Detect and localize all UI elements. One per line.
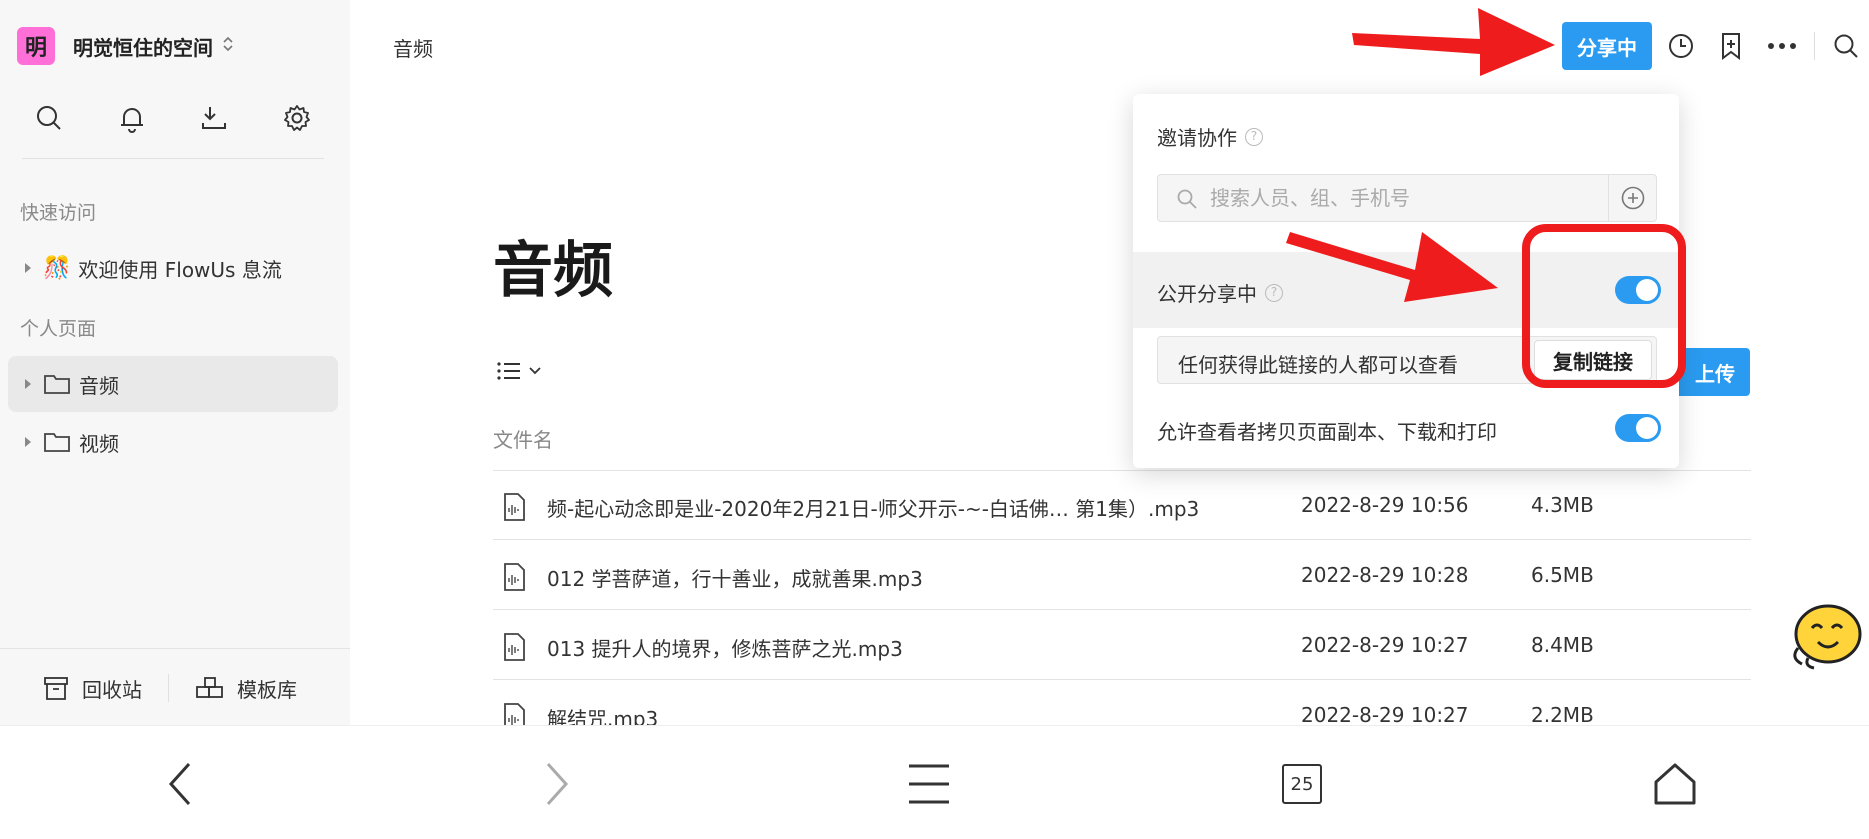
expand-triangle-icon[interactable]: [25, 379, 31, 389]
browser-bottom-nav: 25: [0, 725, 1869, 839]
file-date: 2022-8-29 10:27: [1301, 633, 1469, 657]
audio-file-icon: [504, 493, 525, 521]
menu-button[interactable]: [899, 756, 959, 812]
download-icon[interactable]: [192, 96, 236, 140]
public-share-text: 公开分享中: [1157, 282, 1257, 306]
file-date: 2022-8-29 10:27: [1301, 703, 1469, 727]
allow-copy-download-toggle[interactable]: [1615, 414, 1661, 442]
sidebar-item-audio[interactable]: 音频: [8, 356, 338, 412]
bell-icon[interactable]: [110, 96, 154, 140]
file-date: 2022-8-29 10:56: [1301, 493, 1469, 517]
chevron-down-icon: [529, 367, 541, 375]
sidebar-item-label: 音频: [79, 373, 119, 398]
workspace-name: 明觉恒住的空间: [73, 35, 213, 60]
workspace-switcher[interactable]: 明 明觉恒住的空间: [17, 26, 235, 66]
sidebar-item-video[interactable]: 视频: [8, 414, 338, 470]
trash-label: 回收站: [82, 677, 142, 702]
invite-title-text: 邀请协作: [1157, 126, 1237, 150]
trash-button[interactable]: 回收站: [42, 674, 142, 703]
chevron-right-icon: [546, 762, 569, 806]
plus-circle-icon: [1621, 186, 1644, 210]
sidebar-divider: [22, 158, 324, 159]
invite-search-input[interactable]: [1210, 175, 1590, 221]
file-size: 2.2MB: [1531, 703, 1594, 727]
allow-copy-download-label: 允许查看者拷贝页面副本、下载和打印: [1157, 420, 1497, 444]
tabs-button[interactable]: 25: [1272, 756, 1332, 812]
annotation-highlight-box: [1522, 224, 1686, 388]
tab-count: 25: [1282, 764, 1322, 804]
view-toggle[interactable]: [496, 360, 542, 382]
file-name: 012 学菩萨道，行十善业，成就善果.mp3: [547, 567, 923, 591]
search-icon[interactable]: [27, 96, 71, 140]
expand-triangle-icon[interactable]: [25, 437, 31, 447]
share-button[interactable]: 分享中: [1562, 22, 1652, 70]
trash-icon: [44, 677, 68, 700]
audio-file-icon: [504, 563, 525, 591]
table-row[interactable]: 频-起心动念即是业-2020年2月21日-师父开示-~-白话佛… 第1集）.mp…: [493, 471, 1751, 540]
chevron-left-icon: [168, 762, 191, 806]
footer-separator: [168, 674, 169, 702]
public-share-label: 公开分享中 ?: [1157, 278, 1283, 307]
search-icon: [1177, 189, 1197, 209]
annotation-arrow-share: [1352, 8, 1555, 76]
column-header-filename[interactable]: 文件名: [493, 424, 553, 453]
audio-file-icon: [504, 633, 525, 661]
invite-search-field: [1157, 174, 1657, 222]
home-icon: [1654, 763, 1696, 805]
hamburger-menu-icon: [909, 764, 949, 804]
history-icon[interactable]: [1661, 26, 1701, 66]
templates-icon: [196, 677, 223, 698]
bookmark-add-icon[interactable]: [1711, 26, 1751, 66]
invite-title: 邀请协作 ?: [1157, 122, 1263, 151]
sidebar-item-label: 视频: [79, 431, 119, 456]
file-name: 013 提升人的境界，修炼菩萨之光.mp3: [547, 637, 903, 661]
chevron-updown-icon: [221, 34, 235, 58]
table-row[interactable]: 012 学菩萨道，行十善业，成就善果.mp3 2022-8-29 10:28 6…: [493, 541, 1751, 610]
party-emoji-icon: 🎊: [43, 255, 71, 281]
templates-button[interactable]: 模板库: [195, 674, 297, 703]
file-name: 频-起心动念即是业-2020年2月21日-师父开示-~-白话佛… 第1集）.mp…: [547, 497, 1200, 521]
sidebar-bottom-divider: [0, 648, 350, 649]
sidebar-footer: 回收站 模板库: [0, 664, 350, 712]
mascot-icon[interactable]: [1788, 600, 1864, 670]
forward-button[interactable]: [527, 756, 587, 812]
table-row[interactable]: 013 提升人的境界，修炼菩萨之光.mp3 2022-8-29 10:27 8.…: [493, 611, 1751, 680]
personal-pages-label: 个人页面: [20, 318, 97, 340]
breadcrumb[interactable]: 音频: [393, 33, 433, 62]
back-button[interactable]: [150, 756, 210, 812]
share-link-permission[interactable]: 任何获得此链接的人都可以查看: [1178, 349, 1458, 378]
folder-icon: [44, 375, 70, 394]
file-date: 2022-8-29 10:28: [1301, 563, 1469, 587]
templates-label: 模板库: [237, 677, 297, 702]
home-button[interactable]: [1645, 756, 1705, 812]
toolbar-separator: [1814, 32, 1815, 60]
list-view-icon: [497, 362, 520, 380]
help-icon[interactable]: ?: [1265, 283, 1283, 302]
add-collaborator-button[interactable]: [1608, 175, 1656, 221]
help-icon[interactable]: ?: [1245, 127, 1263, 146]
sidebar-item-label: 欢迎使用 FlowUs 息流: [78, 257, 282, 282]
quick-access-label: 快速访问: [20, 202, 97, 224]
sidebar-item-welcome[interactable]: 🎊 欢迎使用 FlowUs 息流: [8, 240, 338, 296]
more-icon[interactable]: [1762, 26, 1802, 66]
workspace-logo: 明: [17, 27, 55, 65]
gear-icon[interactable]: [275, 96, 319, 140]
file-size: 8.4MB: [1531, 633, 1594, 657]
search-icon[interactable]: [1826, 26, 1866, 66]
folder-icon: [44, 433, 70, 452]
file-size: 6.5MB: [1531, 563, 1594, 587]
file-size: 4.3MB: [1531, 493, 1594, 517]
page-title[interactable]: 音频: [493, 222, 613, 309]
sidebar: 明 明觉恒住的空间 快速访问 🎊 欢迎使用 FlowUs 息流 个人页面 音频: [0, 0, 350, 725]
sidebar-toolbar: [0, 96, 350, 140]
expand-triangle-icon[interactable]: [25, 263, 31, 273]
